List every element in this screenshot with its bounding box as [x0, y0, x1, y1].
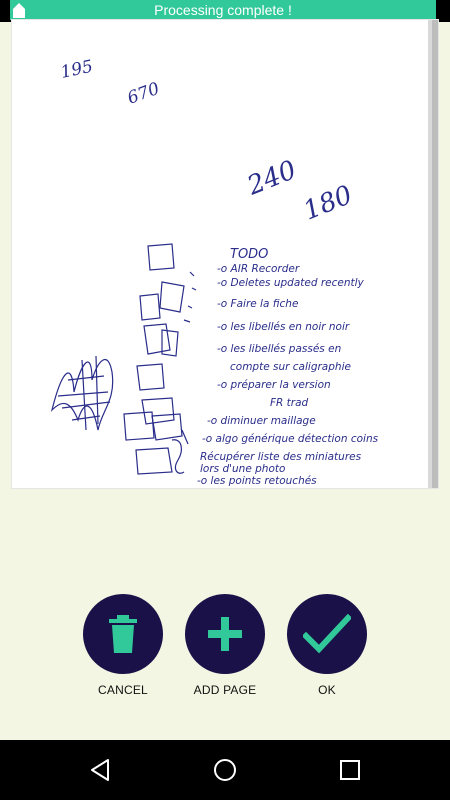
handwriting-drawing: 195 670 240 180 TODO -o AIR Recorder -o … — [50, 20, 438, 488]
todo-line: -o AIR Recorder — [217, 263, 300, 275]
todo-line: -o Faire la fiche — [217, 298, 298, 310]
note-240: 240 — [242, 155, 300, 202]
todo-line: -o Deletes updated recently — [217, 277, 365, 289]
back-icon[interactable] — [88, 758, 112, 782]
scanned-document: 195 670 240 180 TODO -o AIR Recorder -o … — [12, 20, 438, 488]
home-tab-icon[interactable] — [12, 2, 26, 18]
add-page-label: ADD PAGE — [193, 683, 257, 697]
processing-toast: Processing complete ! — [10, 0, 436, 20]
todo-line: lors d'une photo — [200, 463, 285, 475]
recents-icon[interactable] — [338, 758, 362, 782]
note-180: 180 — [299, 180, 356, 226]
plus-icon — [208, 617, 242, 651]
todo-line: -o diminuer maillage — [207, 415, 316, 427]
check-icon — [303, 614, 351, 654]
ok-action: OK — [272, 594, 382, 704]
cancel-action: CANCEL — [68, 594, 178, 704]
todo-line: -o les points retouchés — [197, 475, 317, 487]
trash-icon — [109, 615, 137, 653]
cancel-label: CANCEL — [98, 683, 148, 697]
add-page-action: ADD PAGE — [170, 594, 280, 704]
navigation-bar — [0, 740, 450, 800]
todo-line: -o les libellés en noir noir — [217, 321, 350, 333]
action-bar: CANCEL ADD PAGE OK — [0, 594, 450, 704]
cancel-button[interactable] — [83, 594, 163, 674]
ok-button[interactable] — [287, 594, 367, 674]
todo-line: FR trad — [270, 397, 309, 409]
toast-message: Processing complete ! — [154, 2, 292, 18]
add-page-button[interactable] — [185, 594, 265, 674]
todo-line: compte sur caligraphie — [230, 361, 351, 373]
todo-line: Récupérer liste des miniatures — [200, 451, 362, 463]
home-icon[interactable] — [213, 758, 237, 782]
note-195: 195 — [59, 57, 95, 83]
note-670: 670 — [125, 79, 163, 109]
ok-label: OK — [318, 683, 336, 697]
todo-line: TODO — [230, 247, 268, 262]
todo-line: -o algo générique détection coins — [202, 433, 379, 445]
todo-line: -o préparer la version — [217, 379, 331, 391]
todo-line: -o les libellés passés en — [217, 343, 341, 355]
